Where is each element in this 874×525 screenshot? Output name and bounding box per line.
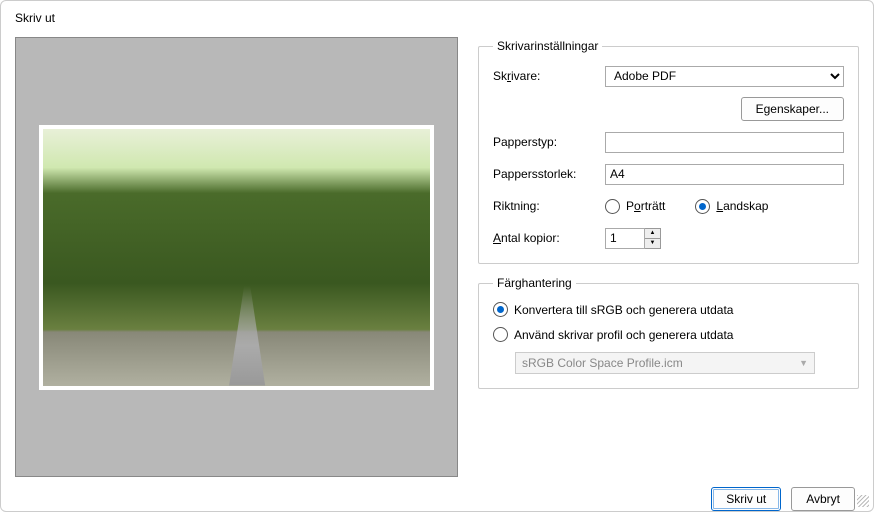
paper-type-row: Papperstyp: — [493, 131, 844, 153]
orientation-label: Riktning: — [493, 199, 605, 213]
cancel-button[interactable]: Avbryt — [791, 487, 855, 511]
properties-row: Egenskaper... — [493, 97, 844, 121]
radio-landscape-label: Landskap — [716, 199, 768, 213]
chevron-down-icon: ▼ — [799, 358, 808, 368]
print-dialog: Skriv ut Skrivarinställningar Skrivare: … — [0, 0, 874, 512]
settings-panel: Skrivarinställningar Skrivare: Adobe PDF… — [478, 37, 859, 477]
printer-label: Skrivare: — [493, 69, 605, 83]
printer-settings-legend: Skrivarinställningar — [493, 39, 602, 53]
printer-settings-group: Skrivarinställningar Skrivare: Adobe PDF… — [478, 39, 859, 264]
radio-portrait-circle — [605, 199, 620, 214]
radio-landscape[interactable]: Landskap — [695, 199, 768, 214]
radio-landscape-circle — [695, 199, 710, 214]
radio-use-printer-profile-label: Använd skrivar profil och generera utdat… — [514, 328, 733, 342]
paper-size-field — [605, 164, 844, 185]
dialog-title: Skriv ut — [1, 1, 873, 31]
copies-row: Antal kopior: ▲ ▼ — [493, 227, 844, 249]
paper-size-label: Pappersstorlek: — [493, 167, 605, 181]
paper-type-label: Papperstyp: — [493, 135, 605, 149]
profile-select-value: sRGB Color Space Profile.icm — [522, 356, 683, 370]
radio-convert-srgb-label: Konvertera till sRGB och generera utdata — [514, 303, 733, 317]
properties-button[interactable]: Egenskaper... — [741, 97, 844, 121]
spinner-down-icon[interactable]: ▼ — [645, 239, 660, 248]
print-button[interactable]: Skriv ut — [711, 487, 781, 511]
spinner-up-icon[interactable]: ▲ — [645, 229, 660, 239]
radio-use-printer-profile-circle — [493, 327, 508, 342]
orientation-group: Porträtt Landskap — [605, 199, 768, 214]
radio-convert-srgb-circle — [493, 302, 508, 317]
color-management-group: Färghantering Konvertera till sRGB och g… — [478, 276, 859, 389]
resize-grip-icon[interactable] — [857, 495, 869, 507]
orientation-row: Riktning: Porträtt Landskap — [493, 195, 844, 217]
paper-type-field — [605, 132, 844, 153]
printer-select[interactable]: Adobe PDF — [605, 66, 844, 87]
dialog-content: Skrivarinställningar Skrivare: Adobe PDF… — [1, 31, 873, 477]
radio-use-printer-profile[interactable]: Använd skrivar profil och generera utdat… — [493, 327, 844, 342]
preview-panel — [15, 37, 458, 477]
paper-size-row: Pappersstorlek: — [493, 163, 844, 185]
radio-portrait-label: Porträtt — [626, 199, 665, 213]
dialog-footer: Skriv ut Avbryt — [1, 477, 873, 525]
copies-label: Antal kopior: — [493, 231, 605, 245]
printer-row: Skrivare: Adobe PDF — [493, 65, 844, 87]
copies-spinner[interactable]: ▲ ▼ — [645, 228, 661, 249]
radio-convert-srgb[interactable]: Konvertera till sRGB och generera utdata — [493, 302, 844, 317]
color-management-legend: Färghantering — [493, 276, 576, 290]
profile-select: sRGB Color Space Profile.icm ▼ — [515, 352, 815, 374]
preview-image — [39, 125, 434, 390]
radio-portrait[interactable]: Porträtt — [605, 199, 665, 214]
copies-input[interactable] — [605, 228, 645, 249]
